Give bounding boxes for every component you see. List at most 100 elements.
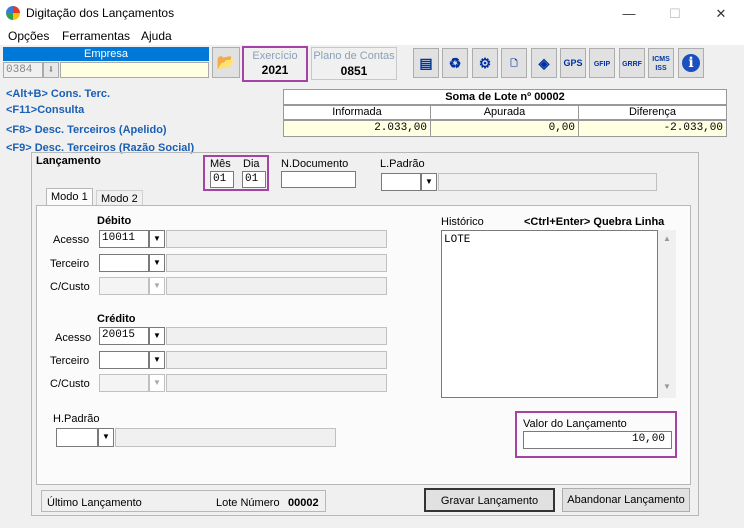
hint-desc-apelido: <F8> Desc. Terceiros (Apelido) [6, 124, 167, 136]
menu-ajuda[interactable]: Ajuda [141, 29, 172, 43]
menu-ferramentas[interactable]: Ferramentas [62, 29, 130, 43]
grrf-button[interactable]: GRRF [619, 48, 645, 78]
settings-icon: ⚙ [478, 55, 492, 71]
mes-field[interactable]: 01 [210, 171, 234, 188]
historico-label: Histórico [441, 216, 484, 228]
report-button[interactable]: ▤ [413, 48, 439, 78]
maximize-button[interactable]: ☐ [652, 0, 698, 27]
gps-button[interactable]: GPS [560, 48, 586, 78]
hint-cons-terc: <Alt+B> Cons. Terc. [6, 88, 111, 100]
debito-terceiro-dropdown[interactable]: ▼ [149, 254, 165, 272]
folder-icon: 📂 [216, 54, 236, 71]
gravar-button[interactable]: Gravar Lançamento [424, 488, 555, 512]
historico-hint: <Ctrl+Enter> Quebra Linha [524, 216, 665, 228]
soma-col-informada: Informada [283, 105, 431, 120]
gfip-icon: GFIP [593, 61, 611, 68]
hpadrao-dropdown[interactable]: ▼ [98, 428, 114, 447]
abandonar-button[interactable]: Abandonar Lançamento [562, 488, 690, 512]
valor-field[interactable]: 10,00 [523, 431, 672, 449]
lancamento-title: Lançamento [36, 155, 101, 167]
document-icon: 🗋 [510, 58, 518, 68]
exercicio-value: 2021 [261, 63, 289, 77]
soma-informada-value: 2.033,00 [283, 120, 431, 137]
debito-terceiro-field[interactable] [99, 254, 149, 272]
debito-ccusto-field[interactable] [99, 277, 149, 295]
ndoc-label: N.Documento [281, 158, 349, 170]
empresa-name-field[interactable] [60, 62, 209, 78]
credito-terceiro-field[interactable] [99, 351, 149, 369]
gfip-button[interactable]: GFIP [589, 48, 615, 78]
chevron-down-icon: ▼ [425, 177, 433, 186]
credito-acesso-label: Acesso [55, 332, 92, 344]
credito-terceiro-label: Terceiro [50, 355, 90, 367]
hpadrao-field[interactable] [56, 428, 98, 447]
menu-opcoes[interactable]: Opções [8, 29, 49, 43]
hpadrao-desc [115, 428, 336, 447]
lpadrao-label: L.Padrão [380, 158, 425, 170]
open-folder-button[interactable]: 📂 [212, 47, 240, 78]
debito-ccusto-label: C/Custo [50, 281, 90, 293]
lpadrao-desc [438, 173, 657, 191]
debito-terceiro-label: Terceiro [50, 258, 90, 270]
debito-acesso-dropdown[interactable]: ▼ [149, 230, 165, 248]
hint-consulta: <F11>Consulta [6, 104, 85, 116]
credito-title: Crédito [97, 313, 136, 325]
diamond-button[interactable]: ◈ [531, 48, 557, 78]
window-title: Digitação dos Lançamentos [26, 6, 175, 20]
close-button[interactable]: ✕ [698, 0, 744, 27]
plano-value: 0851 [340, 64, 368, 78]
scroll-down-icon[interactable]: ▼ [663, 382, 671, 391]
hpadrao-label: H.Padrão [53, 413, 100, 425]
lpadrao-dropdown[interactable]: ▼ [421, 173, 437, 191]
debito-acesso-field[interactable]: 10011 [99, 230, 149, 248]
exercicio-label: Exercício [252, 50, 298, 62]
diamond-icon: ◈ [538, 55, 550, 71]
lote-numero-label: Lote Número [216, 497, 280, 509]
credito-ccusto-field[interactable] [99, 374, 149, 392]
ultimo-lancamento-label: Último Lançamento [47, 497, 142, 509]
historico-scrollbar[interactable] [658, 230, 676, 398]
credito-ccusto-dropdown[interactable]: ▼ [149, 374, 165, 392]
grrf-icon: GRRF [622, 61, 642, 68]
empresa-code-field[interactable]: 0384 [3, 62, 43, 78]
credito-terceiro-desc [166, 351, 387, 369]
report-icon: ▤ [419, 55, 433, 71]
app-icon [6, 6, 20, 20]
recycle-icon: ♻ [448, 55, 462, 71]
credito-ccusto-label: C/Custo [50, 378, 90, 390]
document-button[interactable]: 🗋 [501, 48, 527, 78]
info-button[interactable]: i [678, 48, 704, 78]
debito-ccusto-desc [166, 277, 387, 295]
dia-field[interactable]: 01 [242, 171, 266, 188]
mes-label: Mês [210, 158, 231, 170]
credito-acesso-dropdown[interactable]: ▼ [149, 327, 165, 345]
credito-ccusto-desc [166, 374, 387, 392]
credito-terceiro-dropdown[interactable]: ▼ [149, 351, 165, 369]
icms-iss-button[interactable]: ICMS ISS [648, 48, 674, 78]
scroll-up-icon[interactable]: ▲ [663, 234, 671, 243]
debito-ccusto-dropdown[interactable]: ▼ [149, 277, 165, 295]
gps-icon: GPS [563, 58, 583, 68]
lpadrao-field[interactable] [381, 173, 421, 191]
soma-lote-title: Soma de Lote nº 00002 [283, 89, 727, 105]
credito-acesso-desc [166, 327, 387, 345]
lote-numero-value: 00002 [288, 497, 319, 509]
empresa-lookup-icon[interactable]: ⬇ [43, 62, 59, 78]
debito-acesso-desc [166, 230, 387, 248]
historico-textarea[interactable]: LOTE [441, 230, 658, 398]
empresa-header: Empresa [3, 47, 209, 61]
debito-title: Débito [97, 215, 132, 227]
soma-col-apurada: Apurada [430, 105, 579, 120]
minimize-button[interactable]: — [606, 0, 652, 27]
settings-button[interactable]: ⚙ [472, 48, 498, 78]
soma-diferenca-value: -2.033,00 [578, 120, 727, 137]
soma-col-diferenca: Diferença [578, 105, 727, 120]
credito-acesso-field[interactable]: 20015 [99, 327, 149, 345]
debito-terceiro-desc [166, 254, 387, 272]
debito-acesso-label: Acesso [53, 234, 90, 246]
ndoc-field[interactable] [281, 171, 356, 188]
icms-iss-icon: ICMS ISS [652, 56, 670, 72]
soma-apurada-value: 0,00 [430, 120, 579, 137]
recycle-button[interactable]: ♻ [442, 48, 468, 78]
dia-label: Dia [243, 158, 260, 170]
